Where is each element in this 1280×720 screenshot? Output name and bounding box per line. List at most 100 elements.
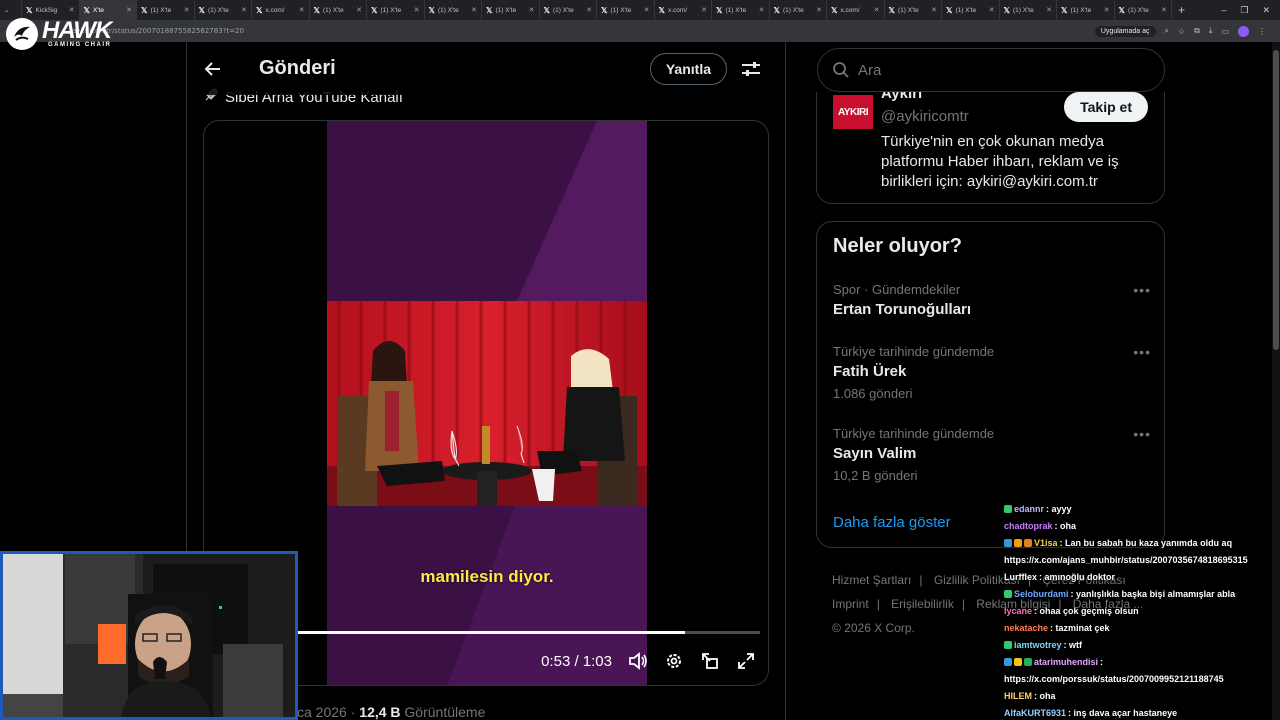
search-input[interactable]: [858, 61, 1138, 79]
new-tab-button[interactable]: +: [1172, 3, 1191, 17]
video-progress-fill: [294, 631, 686, 634]
footer-accessibility-link[interactable]: Erişilebilirlik: [891, 597, 954, 611]
chat-username[interactable]: HILEM: [1004, 691, 1032, 701]
trend-context: Spor · Gündemdekiler: [833, 282, 961, 297]
more-options-icon[interactable]: •••: [1133, 344, 1151, 360]
browser-tab[interactable]: 𝕏 (1) X'te ✕: [712, 0, 770, 20]
scrollbar-thumb[interactable]: [1273, 50, 1279, 350]
browser-tab[interactable]: 𝕏 (1) X'te ✕: [1000, 0, 1057, 20]
close-tab-icon[interactable]: ✕: [1161, 6, 1167, 14]
close-tab-icon[interactable]: ✕: [816, 6, 822, 14]
close-tab-icon[interactable]: ✕: [356, 6, 362, 14]
zoom-icon[interactable]: ⌕: [1165, 26, 1169, 36]
browser-tab[interactable]: 𝕏x.com/ ✕: [827, 0, 885, 20]
minimize-icon[interactable]: –: [1221, 5, 1226, 16]
browser-tab[interactable]: 𝕏 (1) X'te ✕: [425, 0, 482, 20]
search-box[interactable]: [817, 48, 1165, 92]
chat-username[interactable]: iamtwotrey: [1014, 640, 1062, 650]
profile-handle[interactable]: @aykiricomtr: [881, 108, 969, 125]
chat-username[interactable]: edannr: [1014, 504, 1044, 514]
chat-username[interactable]: chadtoprak: [1004, 521, 1053, 531]
menu-icon[interactable]: ⋮: [1258, 27, 1266, 36]
close-tab-icon[interactable]: ✕: [126, 6, 132, 14]
open-in-app-button[interactable]: Uygulamada aç: [1094, 25, 1156, 37]
browser-tab[interactable]: 𝕏x.com/ ✕: [252, 0, 310, 20]
x-logo-icon: 𝕏: [888, 5, 895, 15]
browser-tab[interactable]: 𝕏 (1) X'te ✕: [540, 0, 597, 20]
close-tab-icon[interactable]: ✕: [241, 6, 247, 14]
volume-icon[interactable]: [628, 651, 648, 671]
settings-gear-icon[interactable]: [664, 651, 684, 671]
close-tab-icon[interactable]: ✕: [1104, 6, 1110, 14]
trend-context: Türkiye tarihinde gündemde: [833, 426, 995, 441]
browser-tab-label: x.com/: [667, 6, 688, 14]
browser-tab[interactable]: 𝕏 (1) X'te ✕: [1057, 0, 1115, 20]
trend-item[interactable]: Spor · Gündemdekiler Ertan Torunoğulları…: [833, 282, 1151, 318]
browser-tab[interactable]: 𝕏 (1) X'te ✕: [1115, 0, 1172, 20]
chat-username[interactable]: V1isa: [1034, 538, 1058, 548]
fullscreen-icon[interactable]: [736, 651, 756, 671]
chat-username[interactable]: AlfaKURT6931: [1004, 708, 1066, 718]
close-window-icon[interactable]: ✕: [1262, 5, 1270, 16]
browser-tab-label: (1) X'te: [955, 6, 977, 14]
post-meta: ca 2026 · 12,4 B Görüntüleme: [297, 704, 486, 720]
close-tab-icon[interactable]: ✕: [299, 6, 305, 14]
close-tab-icon[interactable]: ✕: [931, 6, 937, 14]
chat-username[interactable]: Lurfflex: [1004, 572, 1037, 582]
browser-tab[interactable]: 𝕏 (1) X'te ✕: [770, 0, 827, 20]
footer-terms-link[interactable]: Hizmet Şartları: [832, 573, 911, 587]
sliders-icon[interactable]: [741, 59, 761, 79]
video-frame[interactable]: mamilesin diyor.: [327, 121, 647, 685]
extensions-icon[interactable]: ⧉: [1194, 26, 1200, 36]
trend-item[interactable]: Türkiye tarihinde gündemde Fatih Ürek 1.…: [833, 344, 1151, 401]
close-tab-icon[interactable]: ✕: [184, 6, 190, 14]
back-arrow-icon[interactable]: [203, 59, 223, 79]
close-tab-icon[interactable]: ✕: [989, 6, 995, 14]
browser-tab[interactable]: 𝕏 (1) X'te ✕: [310, 0, 367, 20]
close-tab-icon[interactable]: ✕: [759, 6, 765, 14]
tab-search-icon[interactable]: ⌄: [0, 0, 22, 20]
picture-in-picture-icon[interactable]: [700, 651, 720, 671]
close-tab-icon[interactable]: ✕: [529, 6, 535, 14]
close-tab-icon[interactable]: ✕: [69, 6, 75, 14]
more-options-icon[interactable]: •••: [1133, 282, 1151, 298]
chat-username[interactable]: atarimuhendisi: [1034, 657, 1098, 667]
browser-tab[interactable]: 𝕏 (1) X'te ✕: [597, 0, 655, 20]
browser-tab[interactable]: 𝕏x.com/ ✕: [655, 0, 712, 20]
chat-username[interactable]: lycane: [1004, 606, 1032, 616]
profile-avatar[interactable]: [1238, 25, 1249, 37]
show-more-link[interactable]: Daha fazla göster: [833, 514, 951, 531]
chat-message: AlfaKURT6931: inş dava açar hastaneye: [1004, 705, 1280, 720]
browser-tab[interactable]: 𝕏 (1) X'te ✕: [137, 0, 195, 20]
browser-tab[interactable]: 𝕏 (1) X'te ✕: [195, 0, 252, 20]
close-tab-icon[interactable]: ✕: [874, 6, 880, 14]
profile-bio: Türkiye'nin en çok okunan medya platform…: [881, 133, 1119, 190]
footer-imprint-link[interactable]: Imprint: [832, 597, 869, 611]
stream-chat: edannr: ayyy chadtoprak: oha V1isa: Lan bu…: [1004, 501, 1280, 720]
close-tab-icon[interactable]: ✕: [1046, 6, 1052, 14]
chat-badge-icon: [1004, 658, 1012, 666]
reply-button[interactable]: Yanıtla: [649, 52, 727, 85]
close-tab-icon[interactable]: ✕: [701, 6, 707, 14]
chat-username[interactable]: Seloburdami: [1014, 589, 1069, 599]
browser-tab-strip: ⌄ 𝕏 KickSig ✕ 𝕏 X'te ✕ 𝕏 (1) X'te ✕ 𝕏 (1) X'te ✕ 𝕏x.c…: [0, 0, 1280, 20]
video-progress-bar[interactable]: [294, 631, 760, 634]
aykiri-avatar[interactable]: AYKIRI: [833, 95, 873, 129]
download-icon[interactable]: ⤓: [1209, 26, 1213, 36]
browser-tab[interactable]: 𝕏 (1) X'te ✕: [482, 0, 540, 20]
follow-button[interactable]: Takip et: [1064, 92, 1148, 122]
close-tab-icon[interactable]: ✕: [414, 6, 420, 14]
trend-item[interactable]: Türkiye tarihinde gündemde Sayın Valim 1…: [833, 426, 1151, 483]
chat-message: HILEM: oha: [1004, 688, 1280, 705]
close-tab-icon[interactable]: ✕: [471, 6, 477, 14]
close-tab-icon[interactable]: ✕: [586, 6, 592, 14]
sidebar-icon[interactable]: ▭: [1221, 27, 1229, 36]
close-tab-icon[interactable]: ✕: [644, 6, 650, 14]
bookmark-star-icon[interactable]: ☆: [1178, 27, 1185, 36]
restore-icon[interactable]: ❐: [1240, 5, 1248, 16]
more-options-icon[interactable]: •••: [1133, 426, 1151, 442]
browser-tab[interactable]: 𝕏 (1) X'te ✕: [885, 0, 942, 20]
chat-username[interactable]: nekatache: [1004, 623, 1048, 633]
browser-tab[interactable]: 𝕏 (1) X'te ✕: [942, 0, 1000, 20]
browser-tab[interactable]: 𝕏 (1) X'te ✕: [367, 0, 425, 20]
